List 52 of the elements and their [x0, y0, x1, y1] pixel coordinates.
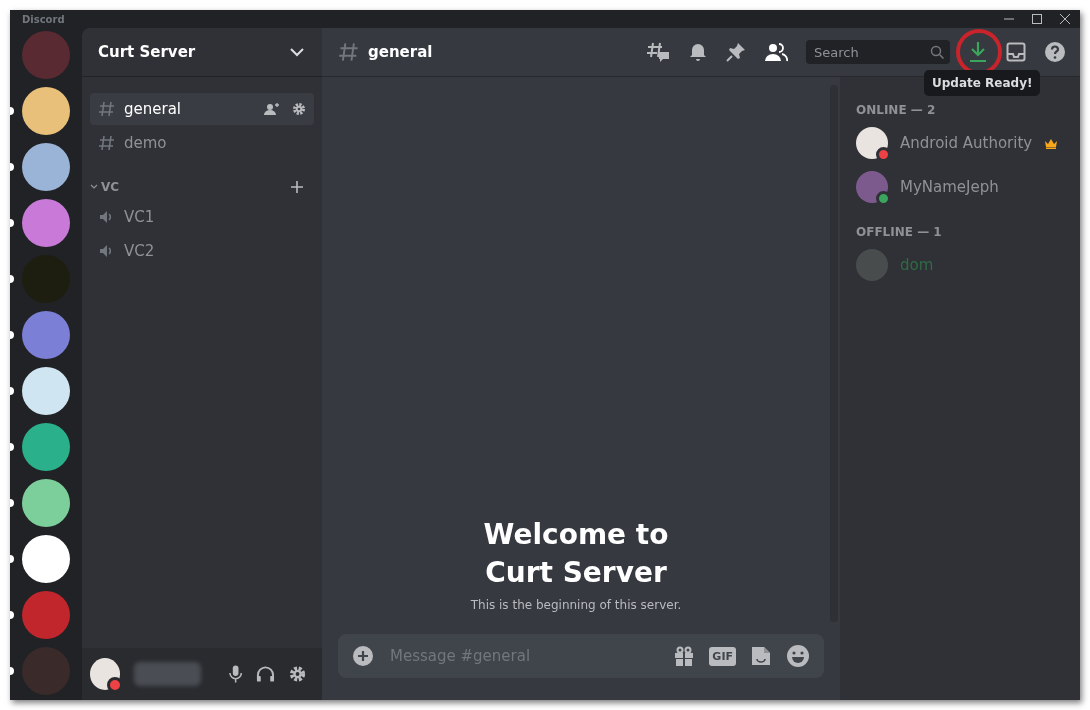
channel-title: general	[368, 43, 434, 61]
user-avatar[interactable]	[90, 658, 121, 690]
server-icon[interactable]	[22, 367, 70, 415]
chevron-down-icon	[290, 47, 304, 57]
bell-icon[interactable]	[688, 42, 708, 62]
smiley-icon[interactable]	[786, 644, 810, 668]
sticker-icon[interactable]	[750, 645, 772, 667]
plus-icon[interactable]	[290, 180, 304, 194]
welcome-heading: Welcome to Curt Server	[482, 517, 670, 592]
microphone-icon[interactable]	[228, 664, 242, 684]
member-avatar	[856, 249, 888, 281]
member-item[interactable]: Android Authority	[856, 121, 1072, 165]
hashtag-icon	[98, 134, 116, 152]
blurred-username	[134, 662, 201, 686]
member-item[interactable]: MyNameJeph	[856, 165, 1072, 209]
members-icon[interactable]	[764, 42, 788, 62]
search-icon	[930, 45, 944, 59]
help-icon[interactable]	[1044, 41, 1066, 63]
gift-icon[interactable]	[673, 645, 696, 667]
search-input[interactable]: Search	[812, 43, 930, 61]
member-group-label: ONLINE — 2	[856, 103, 937, 117]
channel-item[interactable]: demo	[90, 127, 314, 159]
server-icon[interactable]	[22, 535, 70, 583]
welcome-text: This is the beginning of this server.	[470, 598, 682, 612]
server-icon[interactable]	[22, 87, 70, 135]
threads-icon[interactable]	[646, 41, 670, 63]
server-name: Curt Server	[98, 43, 196, 61]
gif-button[interactable]: GIF	[709, 646, 736, 666]
plus-circle-icon[interactable]	[352, 645, 374, 667]
channel-item[interactable]: general	[90, 93, 314, 125]
window-title: Discord	[22, 13, 65, 25]
maximize-icon[interactable]	[1032, 14, 1042, 24]
category-label[interactable]: VC	[101, 180, 287, 194]
hashtag-icon	[338, 41, 360, 63]
server-icon[interactable]	[22, 423, 70, 471]
inbox-icon[interactable]	[1006, 42, 1026, 62]
hashtag-icon	[98, 100, 116, 118]
headphones-icon[interactable]	[255, 665, 275, 683]
settings-icon[interactable]	[288, 665, 306, 683]
download-icon[interactable]	[968, 41, 988, 63]
invite-icon[interactable]	[264, 102, 280, 116]
tooltip: Update Ready!	[924, 70, 1041, 96]
member-group-label: OFFLINE — 1	[856, 225, 943, 239]
pin-icon[interactable]	[726, 42, 746, 62]
search-bar[interactable]: Search	[806, 40, 950, 64]
server-icon[interactable]	[22, 479, 70, 527]
channel-item[interactable]: VC2	[90, 235, 314, 267]
channel-item[interactable]: VC1	[90, 201, 314, 233]
chevron-icon[interactable]	[90, 183, 98, 191]
server-icon[interactable]	[22, 143, 70, 191]
close-icon[interactable]	[1060, 14, 1070, 24]
settings-icon[interactable]	[292, 102, 306, 116]
